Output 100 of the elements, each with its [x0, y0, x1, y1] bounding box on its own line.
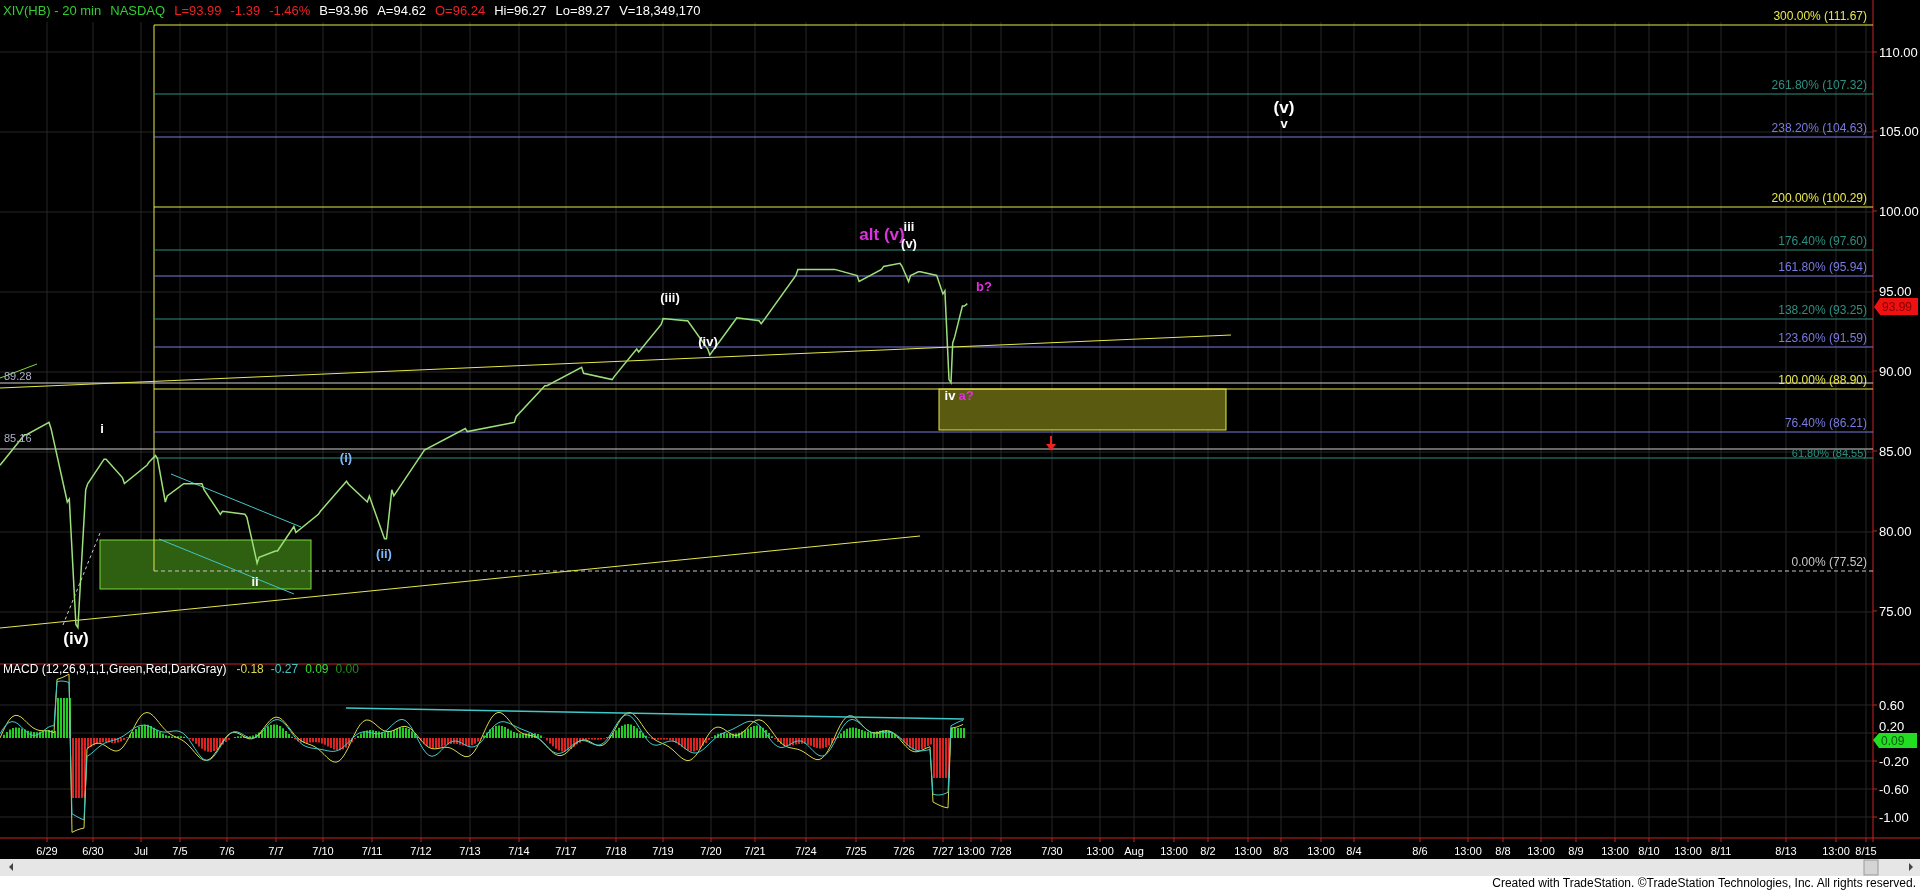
fib-level-label: 138.20% (93.25)	[1778, 303, 1867, 317]
fib-level-label: 76.40% (86.21)	[1784, 416, 1867, 430]
time-axis-label: 13:00	[1234, 845, 1262, 857]
axis-tick-label: -1.00	[1879, 810, 1909, 825]
header-field: O=96.24	[434, 3, 486, 18]
wave-label: (iv)	[63, 629, 89, 648]
fib-level-label: 238.20% (104.63)	[1771, 121, 1867, 135]
header-field: NASDAQ	[110, 3, 166, 18]
time-axis-label: Jul	[133, 845, 149, 857]
time-axis-label: 7/18	[605, 845, 627, 857]
time-axis-label: 7/24	[795, 845, 817, 857]
fib-level-label: 0.00% (77.52)	[1791, 555, 1867, 569]
last-price-marker: 93.99	[1874, 298, 1918, 315]
time-axis-label: 7/13	[459, 845, 481, 857]
wave-label: (v)	[1273, 98, 1295, 117]
time-axis-label: 8/8	[1495, 845, 1511, 857]
down-arrow-icon	[1046, 435, 1056, 451]
time-axis-label: 7/25	[845, 845, 867, 857]
time-axis-label: 8/3	[1273, 845, 1289, 857]
time-axis-label: 13:00	[1086, 845, 1114, 857]
axis-tick-label: -0.20	[1879, 754, 1909, 769]
wave-label: (iii)	[660, 290, 680, 305]
time-axis-label: 7/21	[744, 845, 766, 857]
header-field: XIV(HB) - 20 min	[3, 3, 102, 18]
axis-tick-label: 80.00	[1879, 524, 1912, 539]
indicator-title: MACD (12,26,9,1,1,Green,Red,DarkGray)	[3, 662, 227, 676]
time-axis-label: 8/11	[1710, 845, 1732, 857]
wave-label: (i)	[339, 450, 353, 465]
time-axis-label: 13:00	[1527, 845, 1555, 857]
time-axis-label: 8/2	[1200, 845, 1216, 857]
time-axis-label: 7/30	[1041, 845, 1063, 857]
wave-label: v	[1280, 116, 1288, 131]
time-axis-label: 13:00	[1160, 845, 1188, 857]
time-axis-label: 13:00	[1307, 845, 1335, 857]
time-axis-label: 7/17	[555, 845, 577, 857]
header-field: V=18,349,170	[619, 3, 701, 18]
fib-level-label: 300.00% (111.67)	[1773, 9, 1867, 23]
time-axis-label: 6/29	[36, 845, 58, 857]
axis-tick-label: -0.60	[1879, 782, 1909, 797]
indicator-value: 0.00	[335, 662, 359, 676]
axis-tick-label: 110.00	[1879, 45, 1918, 60]
scroll-right-icon[interactable]	[1909, 863, 1913, 871]
scrollbar-thumb[interactable]	[1863, 859, 1879, 876]
wave-label: iv	[944, 388, 956, 403]
time-axis-label: 7/6	[219, 845, 235, 857]
time-axis-label: Aug	[1124, 845, 1144, 857]
axis-tick-label: 85.00	[1879, 444, 1912, 459]
time-axis-label: 7/10	[312, 845, 334, 857]
header-field: A=94.62	[377, 3, 426, 18]
axis-tick-label: 95.00	[1879, 284, 1912, 299]
scroll-left-icon[interactable]	[9, 863, 13, 871]
axis-tick-label: 90.00	[1879, 364, 1912, 379]
scrollbar[interactable]	[0, 859, 1920, 876]
wave-label: (ii)	[376, 546, 392, 561]
header-field: -1.39	[230, 3, 261, 18]
time-axis-label: 8/15	[1855, 845, 1877, 857]
axis-tick-label: 100.00	[1879, 204, 1919, 219]
wave-label: ii	[251, 574, 259, 589]
time-axis-label: 13:00	[1822, 845, 1850, 857]
axis-tick-label: 0.60	[1879, 698, 1905, 713]
fib-level-label: 100.00% (88.90)	[1778, 373, 1867, 387]
indicator-value: -0.27	[270, 662, 299, 676]
fib-level-label: 200.00% (100.29)	[1771, 191, 1867, 205]
time-axis-label: 6/30	[82, 845, 104, 857]
time-axis-label: 7/12	[410, 845, 432, 857]
time-axis-label: 13:00	[1454, 845, 1482, 857]
indicator-value: 0.09	[305, 662, 329, 676]
time-axis-label: 7/26	[893, 845, 915, 857]
copyright-text: Created with TradeStation. ©TradeStation Technologies, Inc. All rights reserved.	[1492, 876, 1916, 890]
time-axis-label: 7/7	[268, 845, 284, 857]
time-axis-label: 7/27	[932, 845, 954, 857]
wave-label: a?	[958, 388, 974, 403]
time-axis-label: 7/20	[700, 845, 722, 857]
time-axis-label: 8/10	[1638, 845, 1660, 857]
fib-level-label: 123.60% (91.59)	[1778, 331, 1867, 345]
wave-label: b?	[976, 279, 992, 294]
header-field: L=93.99	[174, 3, 222, 18]
axis-tick-label: 75.00	[1879, 604, 1912, 619]
header-field: Hi=96.27	[494, 3, 547, 18]
fib-level-label: 261.80% (107.32)	[1771, 78, 1867, 92]
fib-level-label: 61.80% (84.55)	[1791, 447, 1867, 459]
time-axis-label: 13:00	[1601, 845, 1629, 857]
header-field: Lo=89.27	[555, 3, 611, 18]
time-axis-label: 13:00	[957, 845, 985, 857]
indicator-value: -0.18	[236, 662, 264, 676]
last-value-marker: 0.09	[1873, 733, 1917, 748]
price-level-label: 89.28	[4, 370, 32, 382]
fib-level-label: 161.80% (95.94)	[1778, 260, 1867, 274]
header-field: -1.46%	[269, 3, 311, 18]
wave-label: i	[100, 421, 104, 436]
axis-tick-label: 105.00	[1879, 124, 1919, 139]
time-axis-label: 8/9	[1568, 845, 1584, 857]
time-axis-label: 8/13	[1775, 845, 1797, 857]
time-axis-label: 7/28	[990, 845, 1012, 857]
wave-label: iii	[903, 219, 915, 234]
fib-level-label: 176.40% (97.60)	[1778, 234, 1867, 248]
time-axis-label: 7/5	[172, 845, 188, 857]
time-axis-label: 7/19	[652, 845, 674, 857]
time-axis-label: 8/6	[1412, 845, 1428, 857]
time-axis-label: 13:00	[1674, 845, 1702, 857]
